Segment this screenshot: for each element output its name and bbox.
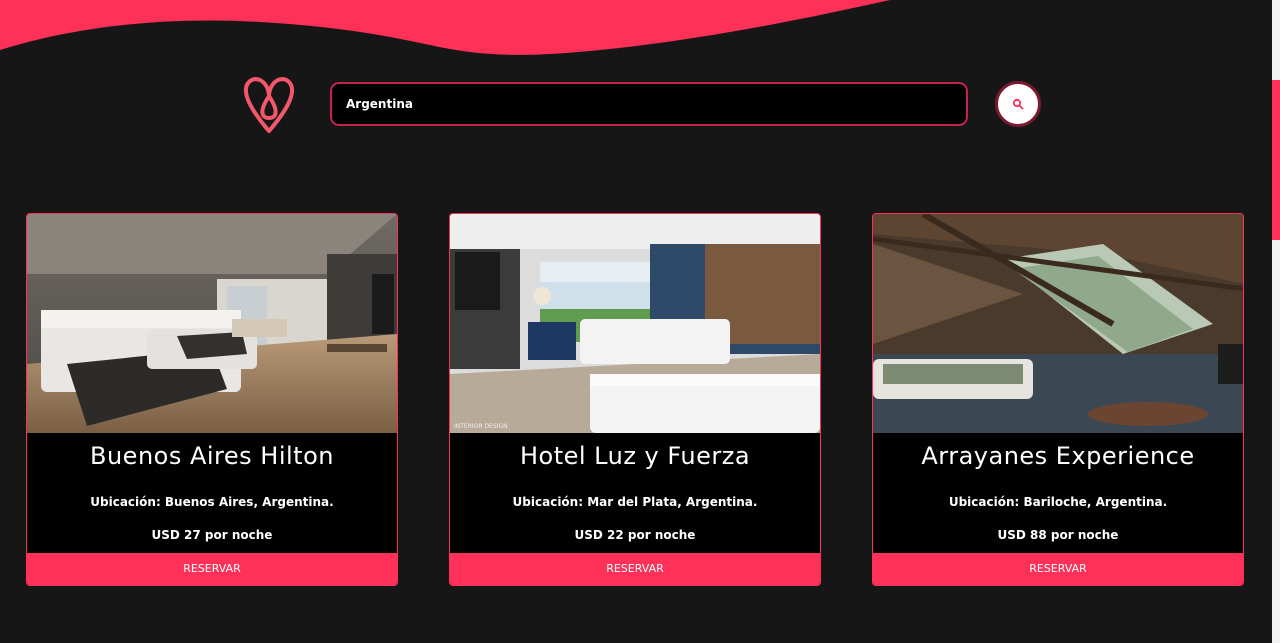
search-icon [1012, 98, 1024, 110]
header-wave-decoration [0, 0, 890, 55]
hotel-room-photo [27, 214, 397, 433]
hotel-location: Ubicación: Mar del Plata, Argentina. [512, 495, 758, 509]
svg-text:INTERIOR DESIGN: INTERIOR DESIGN [454, 423, 508, 430]
search-input[interactable] [332, 84, 966, 124]
hotel-location: Ubicación: Bariloche, Argentina. [948, 495, 1168, 509]
reserve-button[interactable]: RESERVAR [27, 553, 397, 585]
page-scrollbar[interactable] [1272, 0, 1280, 643]
hotel-name: Buenos Aires Hilton [90, 442, 334, 470]
hotel-card: INTERIOR DESIGN Hotel Luz y Fuerza Ubica… [449, 213, 821, 586]
attic-cabin-room-photo [873, 214, 1243, 433]
reserve-button[interactable]: RESERVAR [450, 553, 820, 585]
hotel-card: Buenos Aires Hilton Ubicación: Buenos Ai… [26, 213, 398, 586]
hotel-price: USD 22 por noche [574, 528, 696, 542]
hotel-name: Hotel Luz y Fuerza [519, 442, 751, 470]
hotel-price: USD 88 por noche [997, 528, 1119, 542]
search-box [330, 82, 968, 126]
hotel-location: Ubicación: Buenos Aires, Argentina. [90, 495, 334, 509]
brand-logo[interactable] [242, 74, 296, 134]
hotel-price: USD 27 por noche [151, 528, 273, 542]
hotel-name: Arrayanes Experience [921, 442, 1195, 470]
reserve-button[interactable]: RESERVAR [873, 553, 1243, 585]
search-button[interactable] [995, 81, 1041, 127]
hotel-card: Arrayanes Experience Ubicación: Bariloch… [872, 213, 1244, 586]
heart-loop-logo-icon [243, 77, 295, 133]
hotel-room-sea-view-photo: INTERIOR DESIGN [450, 214, 820, 433]
scrollbar-thumb[interactable] [1272, 80, 1280, 240]
